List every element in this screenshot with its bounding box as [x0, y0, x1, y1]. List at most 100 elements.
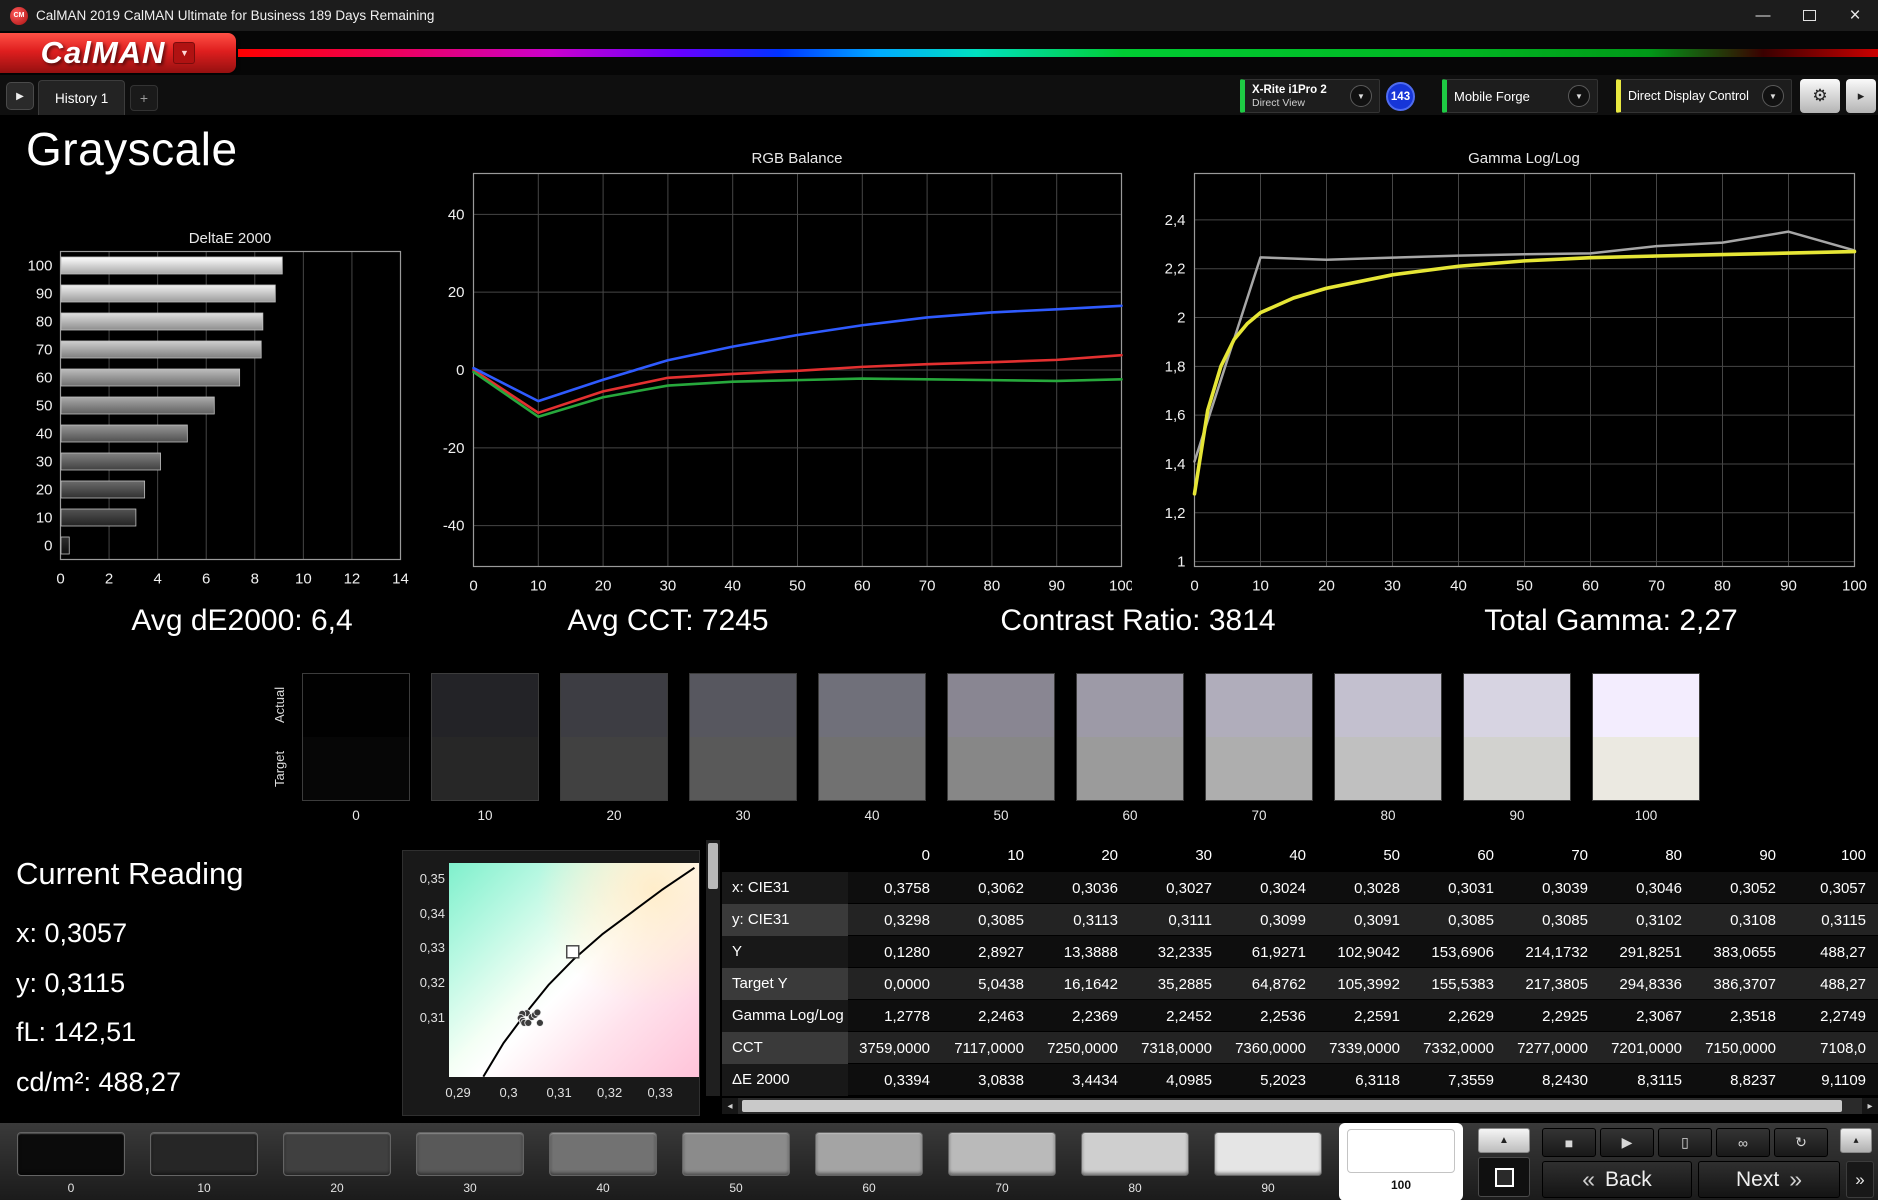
- window-title: CalMAN 2019 CalMAN Ultimate for Business…: [36, 8, 435, 23]
- table-col-header[interactable]: 50: [1318, 847, 1412, 864]
- table-col-header[interactable]: 0: [848, 847, 942, 864]
- svg-text:50: 50: [1516, 578, 1533, 595]
- meter-dropdown-icon[interactable]: ▼: [1350, 85, 1372, 107]
- table-col-header[interactable]: 80: [1600, 847, 1694, 864]
- reading-x: x: 0,3057: [16, 918, 128, 948]
- table-cell: 0,3052: [1730, 879, 1776, 897]
- maximize-button[interactable]: [1786, 0, 1832, 31]
- level-swatch-button[interactable]: 20: [283, 1123, 391, 1195]
- table-row-label: Target Y: [722, 968, 848, 1000]
- display-selector[interactable]: Direct Display Control ▼: [1616, 79, 1792, 113]
- level-swatch-button[interactable]: 100: [1339, 1123, 1463, 1200]
- svg-text:14: 14: [392, 571, 409, 588]
- meter-selector[interactable]: X-Rite i1Pro 2 Direct View ▼: [1240, 79, 1380, 113]
- svg-text:30: 30: [36, 454, 53, 471]
- target-swatch: [1593, 737, 1699, 800]
- back-button[interactable]: « Back: [1542, 1161, 1692, 1198]
- level-swatch-button[interactable]: 0: [17, 1123, 125, 1195]
- tab-history-1[interactable]: History 1: [38, 80, 126, 115]
- horizontal-scroll-thumb[interactable]: [742, 1100, 1842, 1112]
- table-cell: 214,1732: [1525, 943, 1588, 961]
- meter-count-badge: 143: [1386, 82, 1415, 111]
- actual-swatch: [1206, 674, 1312, 737]
- level-swatch-button[interactable]: 40: [549, 1123, 657, 1195]
- table-cell: 488,27: [1820, 943, 1866, 961]
- continuous-loop-button[interactable]: ∞: [1716, 1128, 1770, 1157]
- table-cell: 5,2023: [1260, 1071, 1306, 1089]
- table-cell: 0,3758: [884, 879, 930, 897]
- table-col-header[interactable]: 70: [1506, 847, 1600, 864]
- table-col-header[interactable]: 60: [1412, 847, 1506, 864]
- level-swatch-button[interactable]: 70: [948, 1123, 1056, 1195]
- level-swatch-button[interactable]: 10: [150, 1123, 258, 1195]
- swatch-level-label: 20: [606, 808, 622, 823]
- swatch-pair: [1334, 673, 1442, 801]
- source-selector[interactable]: Mobile Forge ▼: [1442, 79, 1598, 113]
- level-swatch-tile: [150, 1132, 258, 1176]
- table-cell: 0,3024: [1260, 879, 1306, 897]
- source-dropdown-icon[interactable]: ▼: [1568, 85, 1590, 107]
- toolbar-more-button[interactable]: »: [1846, 1161, 1874, 1198]
- level-swatch-button[interactable]: 50: [682, 1123, 790, 1195]
- reading-y: y: 0,3115: [16, 968, 126, 998]
- table-col-header[interactable]: 20: [1036, 847, 1130, 864]
- table-cell: 7201,0000: [1611, 1039, 1682, 1057]
- single-measure-button[interactable]: ▯: [1658, 1128, 1712, 1157]
- tab-nav-button[interactable]: ▶: [6, 82, 34, 110]
- target-swatch: [1464, 737, 1570, 800]
- grayscale-swatch: 20: [560, 673, 668, 823]
- minimize-button[interactable]: —: [1740, 0, 1786, 31]
- pattern-preview-button[interactable]: [1478, 1157, 1530, 1197]
- display-dropdown-icon[interactable]: ▼: [1762, 85, 1784, 107]
- target-swatch: [303, 737, 409, 800]
- table-horizontal-scrollbar[interactable]: ◂ ▸: [722, 1098, 1878, 1114]
- logo-dropdown-icon[interactable]: ▼: [173, 42, 196, 64]
- svg-text:8: 8: [251, 571, 259, 588]
- play-button[interactable]: ▶: [1600, 1128, 1654, 1157]
- tab-label: History 1: [55, 90, 109, 106]
- close-button[interactable]: ×: [1832, 0, 1878, 31]
- collapse-panel-icon[interactable]: ▸: [1846, 79, 1876, 113]
- table-vertical-scrollbar[interactable]: [706, 840, 720, 1096]
- settings-gear-icon[interactable]: ⚙: [1800, 79, 1840, 113]
- svg-text:12: 12: [344, 571, 361, 588]
- table-cell: 0,3031: [1448, 879, 1494, 897]
- scroll-left-icon[interactable]: ◂: [722, 1098, 738, 1114]
- cie-gamut-background: [449, 863, 699, 1077]
- svg-text:50: 50: [36, 398, 53, 415]
- calman-logo[interactable]: CalMAN ▼: [0, 33, 236, 73]
- scroll-right-icon[interactable]: ▸: [1862, 1098, 1878, 1114]
- level-swatch-button[interactable]: 90: [1214, 1123, 1322, 1195]
- svg-text:90: 90: [1048, 578, 1065, 595]
- level-swatch-label: 100: [1390, 1178, 1412, 1192]
- table-cell: 32,2335: [1157, 943, 1212, 961]
- vertical-scroll-thumb[interactable]: [708, 843, 718, 889]
- level-swatch-button[interactable]: 60: [815, 1123, 923, 1195]
- table-col-header[interactable]: 100: [1788, 847, 1878, 864]
- table-cell: 7108,0: [1820, 1039, 1866, 1057]
- actual-swatch: [948, 674, 1054, 737]
- grayscale-swatch: 100: [1592, 673, 1700, 823]
- table-col-header[interactable]: 30: [1130, 847, 1224, 864]
- next-button[interactable]: Next »: [1698, 1161, 1840, 1198]
- svg-text:30: 30: [1384, 578, 1401, 595]
- table-cell: 386,3707: [1713, 975, 1776, 993]
- reset-button[interactable]: ↻: [1774, 1128, 1828, 1157]
- reading-cdm2: cd/m²: 488,27: [16, 1067, 182, 1097]
- svg-text:10: 10: [1252, 578, 1269, 595]
- level-swatch-button[interactable]: 30: [416, 1123, 524, 1195]
- stop-button[interactable]: ■: [1542, 1128, 1596, 1157]
- svg-text:1,4: 1,4: [1165, 456, 1186, 473]
- add-tab-button[interactable]: +: [130, 85, 158, 111]
- table-cell: 0,3046: [1636, 879, 1682, 897]
- source-name: Mobile Forge: [1454, 88, 1530, 104]
- toolbar-up-button[interactable]: ▲: [1478, 1128, 1530, 1153]
- table-col-header[interactable]: 40: [1224, 847, 1318, 864]
- level-swatch-button[interactable]: 80: [1081, 1123, 1189, 1195]
- svg-text:20: 20: [36, 482, 53, 499]
- table-col-header[interactable]: 90: [1694, 847, 1788, 864]
- toolbar-corner-up-button[interactable]: ▴: [1840, 1128, 1872, 1153]
- table-col-header[interactable]: 10: [942, 847, 1036, 864]
- bottom-toolbar: 0 10 20 30 40 50 60 70 80 90 100 ▲ ■ ▶ ▯ ∞ ↻ « Bac…: [0, 1122, 1878, 1200]
- target-swatch: [819, 737, 925, 800]
